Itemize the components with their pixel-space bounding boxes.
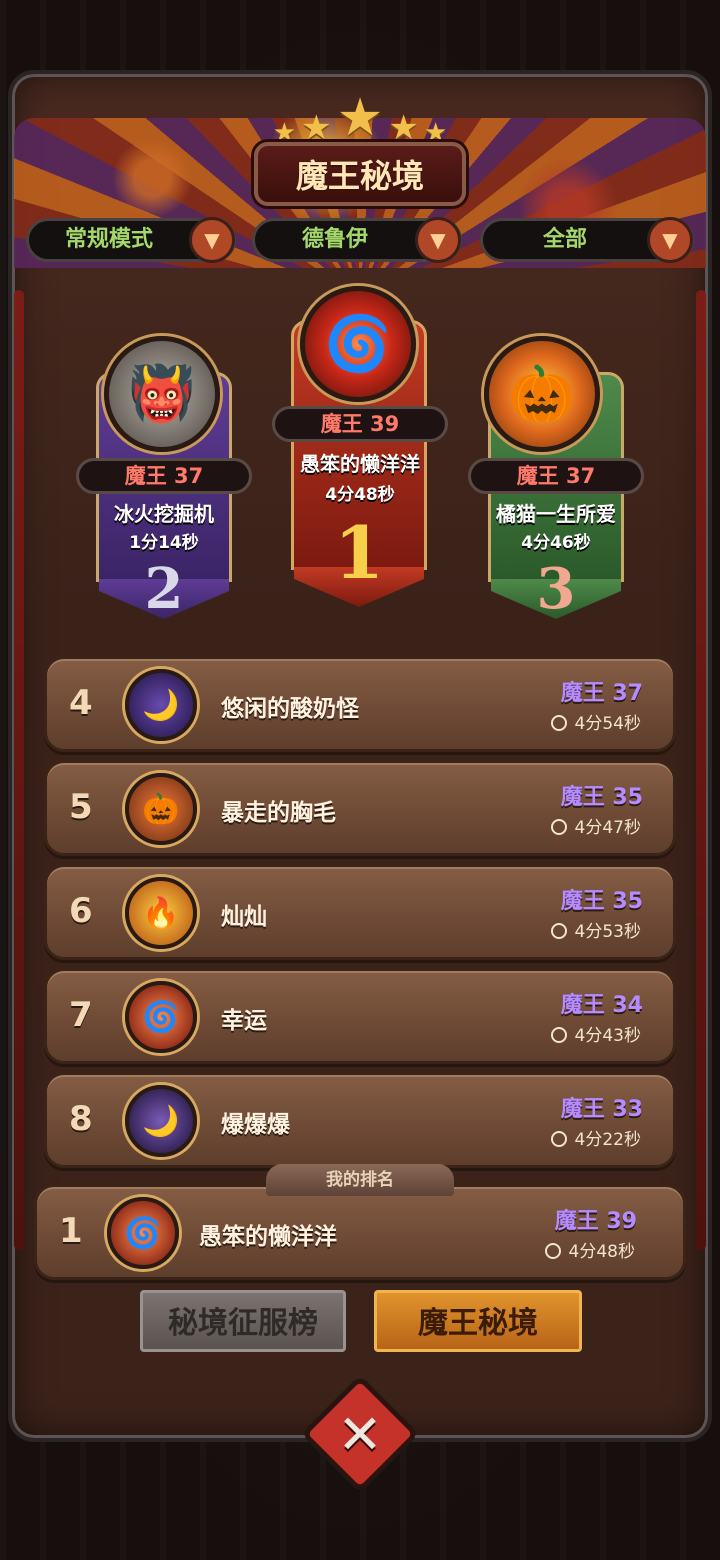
star-icon: ★ [336, 88, 384, 148]
close-icon[interactable]: ✕ [318, 1392, 402, 1476]
player-name: 暴走的胸毛 [221, 800, 336, 826]
panel-side-ornament [14, 290, 24, 1250]
page-title: 魔王秘境 [254, 142, 466, 206]
filter-bar: 常规模式 ▼ 德鲁伊 ▼ 全部 ▼ [26, 217, 694, 263]
clear-time: 4分48秒 [325, 485, 395, 505]
tab-conquest-ranking[interactable]: 秘境征服榜 [140, 1290, 346, 1352]
my-rank-row[interactable]: 1 🌀 愚笨的懒洋洋 魔王 39 4分48秒 [34, 1184, 686, 1280]
clear-time: 4分54秒 [550, 709, 641, 734]
clock-icon [550, 1131, 567, 1147]
mode-filter-dropdown[interactable]: 常规模式 ▼ [26, 217, 236, 263]
level-badge: 魔王 37 [76, 458, 252, 494]
level-label: 魔王 35 [560, 785, 643, 810]
player-name: 愚笨的懒洋洋 [300, 452, 420, 476]
ranking-row[interactable]: 7 🌀 幸运 魔王 34 4分43秒 [44, 968, 676, 1064]
chevron-down-icon[interactable]: ▼ [415, 217, 461, 263]
avatar: 🎃 [125, 773, 197, 845]
level-label: 魔王 39 [554, 1209, 637, 1234]
rank-number: 4 [69, 683, 93, 723]
level-badge: 魔王 39 [272, 406, 448, 442]
rank-number: 7 [69, 995, 93, 1035]
clear-time: 1分14秒 [129, 533, 199, 553]
clear-time: 4分43秒 [550, 1021, 641, 1046]
level-label: 魔王 37 [560, 681, 643, 706]
level-badge: 魔王 37 [468, 458, 644, 494]
player-name: 愚笨的懒洋洋 [199, 1224, 337, 1250]
class-filter-dropdown[interactable]: 德鲁伊 ▼ [252, 217, 462, 263]
level-label: 魔王 33 [560, 1097, 643, 1122]
chevron-down-icon[interactable]: ▼ [647, 217, 693, 263]
avatar: 🔥 [125, 877, 197, 949]
ranking-row[interactable]: 4 🌙 悠闲的酸奶怪 魔王 37 4分54秒 [44, 656, 676, 752]
avatar: 🌀 [107, 1197, 179, 1269]
rank-number: 2 [144, 556, 184, 622]
player-name: 橘猫一生所爱 [496, 502, 616, 526]
panel-side-ornament [696, 290, 706, 1250]
player-name: 冰火挖掘机 [114, 502, 214, 526]
ranking-row[interactable]: 5 🎃 暴走的胸毛 魔王 35 4分47秒 [44, 760, 676, 856]
player-name: 爆爆爆 [221, 1112, 290, 1138]
clear-time: 4分22秒 [550, 1125, 641, 1150]
rank-number: 6 [69, 891, 93, 931]
scope-filter-dropdown[interactable]: 全部 ▼ [480, 217, 694, 263]
clock-icon [550, 819, 567, 835]
avatar: 🌀 [300, 286, 416, 402]
clear-time: 4分48秒 [544, 1237, 635, 1262]
tab-demon-realm[interactable]: 魔王秘境 [374, 1290, 582, 1352]
class-filter-label: 德鲁伊 [301, 227, 368, 252]
rank-number: 5 [69, 787, 93, 827]
avatar: 👹 [104, 336, 220, 452]
my-rank-label: 我的排名 [266, 1164, 454, 1196]
clock-icon [550, 923, 567, 939]
player-name: 幸运 [221, 1008, 267, 1034]
avatar: 🎃 [484, 336, 600, 452]
avatar: 🌀 [125, 981, 197, 1053]
level-label: 魔王 34 [560, 993, 643, 1018]
ranking-row[interactable]: 8 🌙 爆爆爆 魔王 33 4分22秒 [44, 1072, 676, 1168]
mode-filter-label: 常规模式 [64, 227, 153, 252]
rank-number: 1 [59, 1211, 83, 1251]
rank-number: 8 [69, 1099, 93, 1139]
clock-icon [544, 1243, 561, 1259]
chevron-down-icon[interactable]: ▼ [189, 217, 235, 263]
level-label: 魔王 35 [560, 889, 643, 914]
rank-number: 3 [536, 556, 576, 622]
player-name: 灿灿 [221, 904, 267, 930]
clear-time: 4分53秒 [550, 917, 641, 942]
ranking-row[interactable]: 6 🔥 灿灿 魔王 35 4分53秒 [44, 864, 676, 960]
clear-time: 4分46秒 [521, 533, 591, 553]
clock-icon [550, 1027, 567, 1043]
avatar: 🌙 [125, 1085, 197, 1157]
player-name: 悠闲的酸奶怪 [221, 696, 359, 722]
avatar: 🌙 [125, 669, 197, 741]
difficulty-stars: ★ ★ ★ ★ ★ [0, 88, 720, 148]
clock-icon [550, 715, 567, 731]
scope-filter-label: 全部 [542, 227, 587, 252]
clear-time: 4分47秒 [550, 813, 641, 838]
rank-number: 1 [333, 510, 385, 595]
